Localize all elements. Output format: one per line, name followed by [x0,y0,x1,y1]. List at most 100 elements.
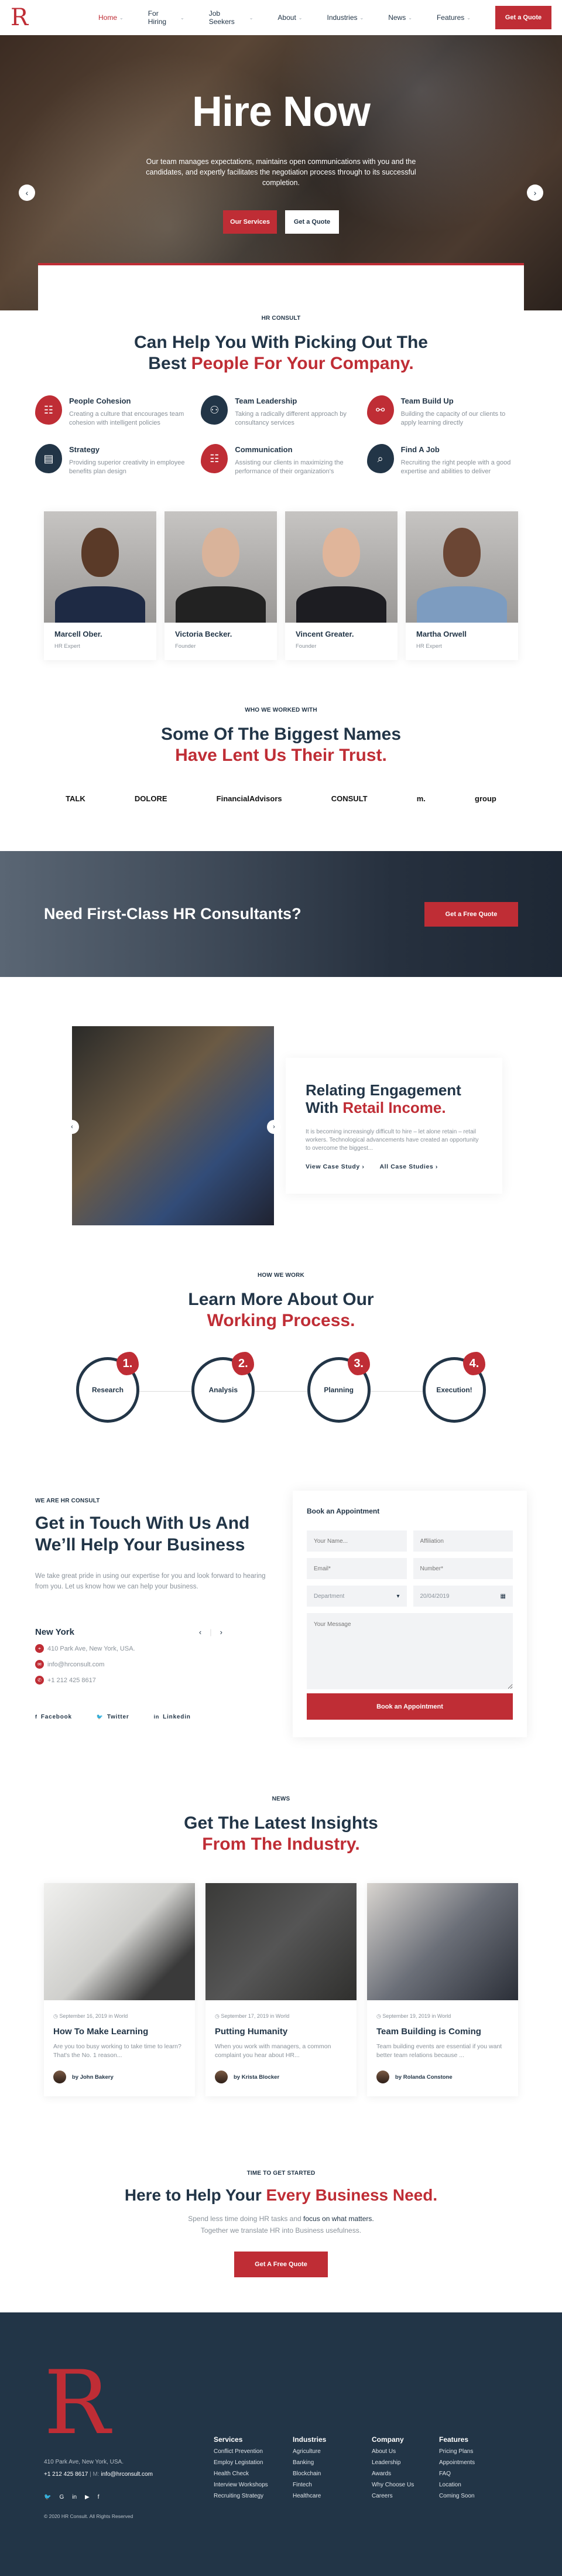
footer-phone[interactable]: +1 212 425 8617 [44,2471,88,2478]
free-quote-button[interactable]: Get a Free Quote [424,901,518,927]
footer-link[interactable]: FAQ [439,2471,518,2477]
nav-item-industries[interactable]: Industries ⌄ [327,9,364,26]
nav-item-for-hiring[interactable]: For Hiring ⌄ [148,9,184,26]
footer-link[interactable]: Coming Soon [439,2493,518,2499]
social-label: Linkedin [163,1714,191,1720]
footer-link[interactable]: Location [439,2482,518,2488]
team-card[interactable]: Martha Orwell HR Expert [406,511,518,660]
nav-item-news[interactable]: News ⌄ [388,9,412,26]
team-card[interactable]: Victoria Becker. Founder [165,511,277,660]
our-services-button[interactable]: Our Services [223,210,277,234]
number-input[interactable] [413,1558,513,1579]
appointment-form: Book an Appointment Department▾ 20/04/20… [293,1491,527,1737]
client-logo: DOLORE [134,794,167,803]
section-kicker: TIME TO GET STARTED [246,2170,316,2177]
social-link-twitter[interactable]: 🐦 Twitter [97,1714,129,1720]
message-textarea[interactable] [307,1613,513,1689]
post-title[interactable]: Team Building is Coming [376,2027,509,2037]
slider-next-button[interactable]: › [527,185,543,201]
team-card[interactable]: Vincent Greater. Founder [285,511,397,660]
social-link-linkedin[interactable]: in Linkedin [154,1714,191,1720]
contact-text: We take great pride in using our experti… [35,1573,266,1590]
footer-link[interactable]: Health Check [214,2471,293,2477]
search-person-icon: ⌕ [366,444,394,473]
process-steps: Research 1. Analysis 2. Planning 3. Execution!… [76,1352,486,1423]
footer-column-title: Company [372,2435,404,2444]
footer-link[interactable]: Banking [293,2459,372,2466]
member-role: HR Expert [54,643,80,650]
department-select[interactable]: Department ▾ [307,1586,407,1607]
case-title: Relating Engagement With Retail Income. [306,1081,461,1116]
nav-item-features[interactable]: Features ⌄ [437,9,471,26]
all-case-studies-link[interactable]: All Case Studies › [379,1163,438,1170]
nav-item-job-seekers[interactable]: Job Seekers ⌄ [209,9,253,26]
post-title[interactable]: How To Make Learning [53,2027,186,2037]
features-grid: ☷ People Cohesion Creating a culture that … [35,395,527,476]
get-quote-button[interactable]: Get a Quote [495,6,551,29]
cta-band: Need First-Class HR Consultants? Get a F… [0,851,562,977]
footer-link[interactable]: About Us [372,2448,439,2455]
footer-link[interactable]: Healthcare [293,2493,372,2499]
news-image [205,1883,357,2000]
email-input[interactable] [307,1558,407,1579]
post-title[interactable]: Putting Humanity [215,2027,347,2037]
social-link-facebook[interactable]: f Facebook [35,1714,72,1720]
book-appointment-button[interactable]: Book an Appointment [307,1693,513,1720]
footer-link[interactable]: Employ Legistation [214,2459,293,2466]
office-phone[interactable]: +1 212 425 8617 [47,1677,96,1684]
twitter-icon[interactable]: 🐦 [44,2494,51,2500]
footer-link[interactable]: Pricing Plans [439,2448,518,2455]
news-card[interactable]: ◷ September 17, 2019 in World Putting Hum… [205,1883,357,2096]
youtube-icon[interactable]: ▶ [85,2494,90,2500]
footer-link[interactable]: Interview Workshops [214,2482,293,2488]
affiliation-input[interactable] [413,1530,513,1552]
post-author: by John Bakery [53,2071,186,2083]
section-title: Here to Help Your Every Business Need. [124,2186,438,2204]
footer-email[interactable]: info@hrconsult.com [101,2471,153,2478]
clipboard-icon: ☷ [35,395,62,425]
clock-icon: ◷ [53,2013,60,2019]
section-kicker: HR CONSULT [261,315,301,322]
facebook-icon[interactable]: f [98,2494,100,2500]
date-input[interactable]: 20/04/2019 ▦ [413,1586,513,1607]
news-card[interactable]: ◷ September 19, 2019 in World Team Buildi… [367,1883,518,2096]
footer-link[interactable]: Conflict Prevention [214,2448,293,2455]
get-free-quote-button[interactable]: Get A Free Quote [234,2252,328,2277]
footer-link[interactable]: Fintech [293,2482,372,2488]
nav-item-about[interactable]: About ⌄ [277,9,302,26]
presentation-icon: ▤ [35,444,62,473]
mail-icon: ✉ [35,1660,44,1669]
footer-logo[interactable]: R [44,2359,214,2447]
hero-quote-button[interactable]: Get a Quote [285,210,339,234]
footer-link[interactable]: Careers [372,2493,439,2499]
footer-link[interactable]: Why Choose Us [372,2482,439,2488]
footer-link[interactable]: Agriculture [293,2448,372,2455]
footer-link[interactable]: Appointments [439,2459,518,2466]
google-icon[interactable]: G [59,2494,64,2500]
office-prev-button[interactable]: ‹ [199,1628,201,1637]
step-number: 3. [347,1352,370,1375]
chevron-down-icon: ⌄ [408,15,412,21]
member-name: Martha Orwell [416,630,467,638]
case-prev-button[interactable]: ‹ [65,1120,79,1134]
linkedin-icon[interactable]: in [72,2494,77,2500]
footer-link[interactable]: Recruiting Strategy [214,2493,293,2499]
contact-title: Get in Touch With Us And We’ll Help Your… [35,1514,250,1555]
feature-item: ⌕ Find A Job Recruiting the right people w… [366,444,527,476]
name-input[interactable] [307,1530,407,1552]
footer-link[interactable]: Awards [372,2471,439,2477]
view-case-study-link[interactable]: View Case Study › [306,1163,364,1170]
logo[interactable]: R [11,6,98,29]
nav-item-home[interactable]: Home ⌄ [98,9,124,26]
case-next-button[interactable]: › [267,1120,281,1134]
footer-link[interactable]: Blockchain [293,2471,372,2477]
slider-prev-button[interactable]: ‹ [19,185,35,201]
team-card[interactable]: Marcell Ober. HR Expert [44,511,156,660]
news-card[interactable]: ◷ September 16, 2019 in World How To Make… [44,1883,195,2096]
hierarchy-icon: ⚯ [366,395,394,425]
office-next-button[interactable]: › [220,1628,222,1637]
footer-link[interactable]: Leadership [372,2459,439,2466]
nav-label: Industries [327,13,358,22]
intro-section: HR CONSULT Can Help You With Picking Out… [0,315,562,476]
office-email[interactable]: info@hrconsult.com [47,1661,104,1668]
